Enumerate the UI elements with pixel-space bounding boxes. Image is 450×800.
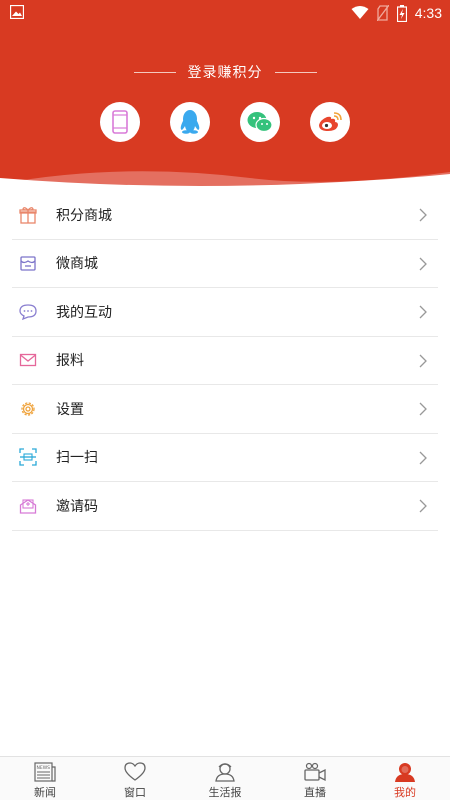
bottom-nav: NEWS 新闻 窗口 生活报 直播 我的 — [0, 756, 450, 800]
status-time: 4:33 — [414, 5, 442, 21]
menu-item-invite-code[interactable]: 邀请码 — [12, 482, 438, 531]
nav-tab-label: 直播 — [304, 786, 326, 799]
nav-tab-news[interactable]: NEWS 新闻 — [0, 757, 90, 800]
shop-icon — [18, 253, 38, 273]
chevron-right-icon — [419, 451, 427, 464]
wifi-icon — [351, 6, 369, 19]
title-left-line — [133, 71, 176, 73]
scan-icon — [18, 447, 38, 467]
menu-item-label: 设置 — [56, 401, 84, 418]
weibo-icon — [319, 112, 342, 131]
menu-item-news-tip[interactable]: 报料 — [12, 337, 438, 385]
user-hat-icon — [214, 761, 236, 783]
nav-tab-live[interactable]: 直播 — [270, 757, 360, 800]
login-title: 登录赚积分 — [0, 62, 450, 82]
status-bar: 4:33 — [0, 0, 450, 26]
nav-tab-label: 新闻 — [34, 786, 56, 799]
header-wave — [0, 171, 450, 194]
nav-tab-window[interactable]: 窗口 — [90, 757, 180, 800]
no-sim-icon — [376, 5, 389, 21]
chevron-right-icon — [419, 354, 427, 367]
nav-tab-label: 生活报 — [208, 786, 242, 799]
login-header: 登录赚积分 — [0, 26, 450, 194]
mail-icon — [18, 350, 38, 370]
menu-item-label: 微商城 — [56, 256, 98, 273]
status-indicators: 4:33 — [351, 3, 442, 23]
nav-tab-label: 我的 — [394, 786, 416, 799]
battery-charging-icon — [396, 4, 407, 22]
chat-icon — [18, 302, 38, 322]
heart-icon — [124, 761, 146, 783]
phone-login-button[interactable] — [100, 102, 140, 142]
menu-item-label: 我的互动 — [56, 304, 112, 321]
menu-item-scan[interactable]: 扫一扫 — [12, 434, 438, 482]
nav-tab-label: 窗口 — [124, 786, 146, 799]
gift-icon — [18, 205, 38, 225]
login-title-text[interactable]: 登录赚积分 — [188, 65, 263, 81]
phone-icon — [112, 110, 128, 134]
menu-item-settings[interactable]: 设置 — [12, 385, 438, 434]
chevron-right-icon — [419, 499, 427, 513]
nav-tab-life-paper[interactable]: 生活报 — [180, 757, 270, 800]
weibo-login-button[interactable] — [310, 102, 350, 142]
menu-list: 积分商城 微商城 我的互动 报料 设置 扫一扫 邀请码 — [0, 191, 450, 531]
menu-item-my-interactions[interactable]: 我的互动 — [12, 288, 438, 337]
login-methods — [100, 102, 352, 142]
wechat-icon — [247, 112, 273, 133]
title-right-line — [274, 71, 317, 73]
image-notification-icon — [10, 5, 24, 19]
svg-text:NEWS: NEWS — [37, 765, 51, 771]
menu-item-points-mall[interactable]: 积分商城 — [12, 191, 438, 240]
news-icon: NEWS — [34, 761, 56, 783]
qq-login-button[interactable] — [170, 102, 210, 142]
menu-item-label: 邀请码 — [56, 498, 98, 515]
menu-item-label: 扫一扫 — [56, 450, 98, 467]
invite-icon — [18, 496, 38, 516]
nav-tab-mine[interactable]: 我的 — [360, 757, 450, 800]
wechat-login-button[interactable] — [240, 102, 280, 142]
video-icon — [304, 761, 326, 783]
chevron-right-icon — [419, 208, 427, 222]
gear-icon — [18, 399, 38, 419]
profile-icon — [394, 761, 416, 783]
menu-item-label: 报料 — [56, 353, 84, 370]
chevron-right-icon — [419, 257, 427, 270]
menu-item-micro-mall[interactable]: 微商城 — [12, 240, 438, 288]
chevron-right-icon — [419, 305, 427, 319]
qq-icon — [180, 110, 200, 134]
chevron-right-icon — [419, 402, 427, 416]
menu-item-label: 积分商城 — [56, 207, 112, 224]
